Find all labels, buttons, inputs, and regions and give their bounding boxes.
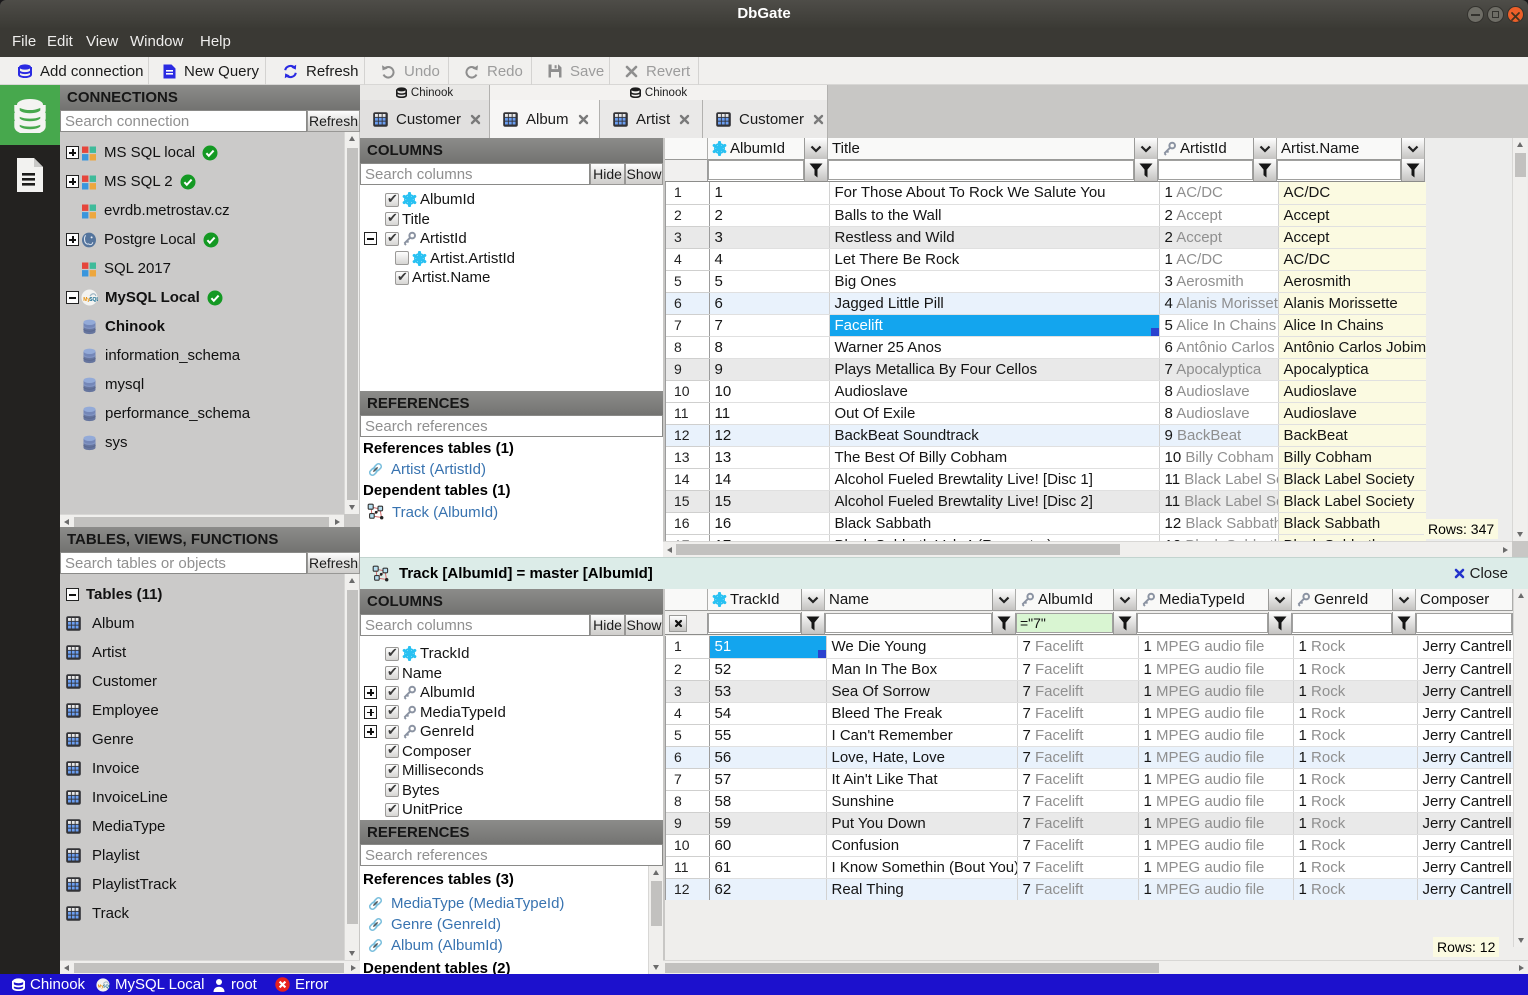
svg-text:SQL: SQL [89,297,98,303]
svg-text:SQL: SQL [103,983,110,988]
